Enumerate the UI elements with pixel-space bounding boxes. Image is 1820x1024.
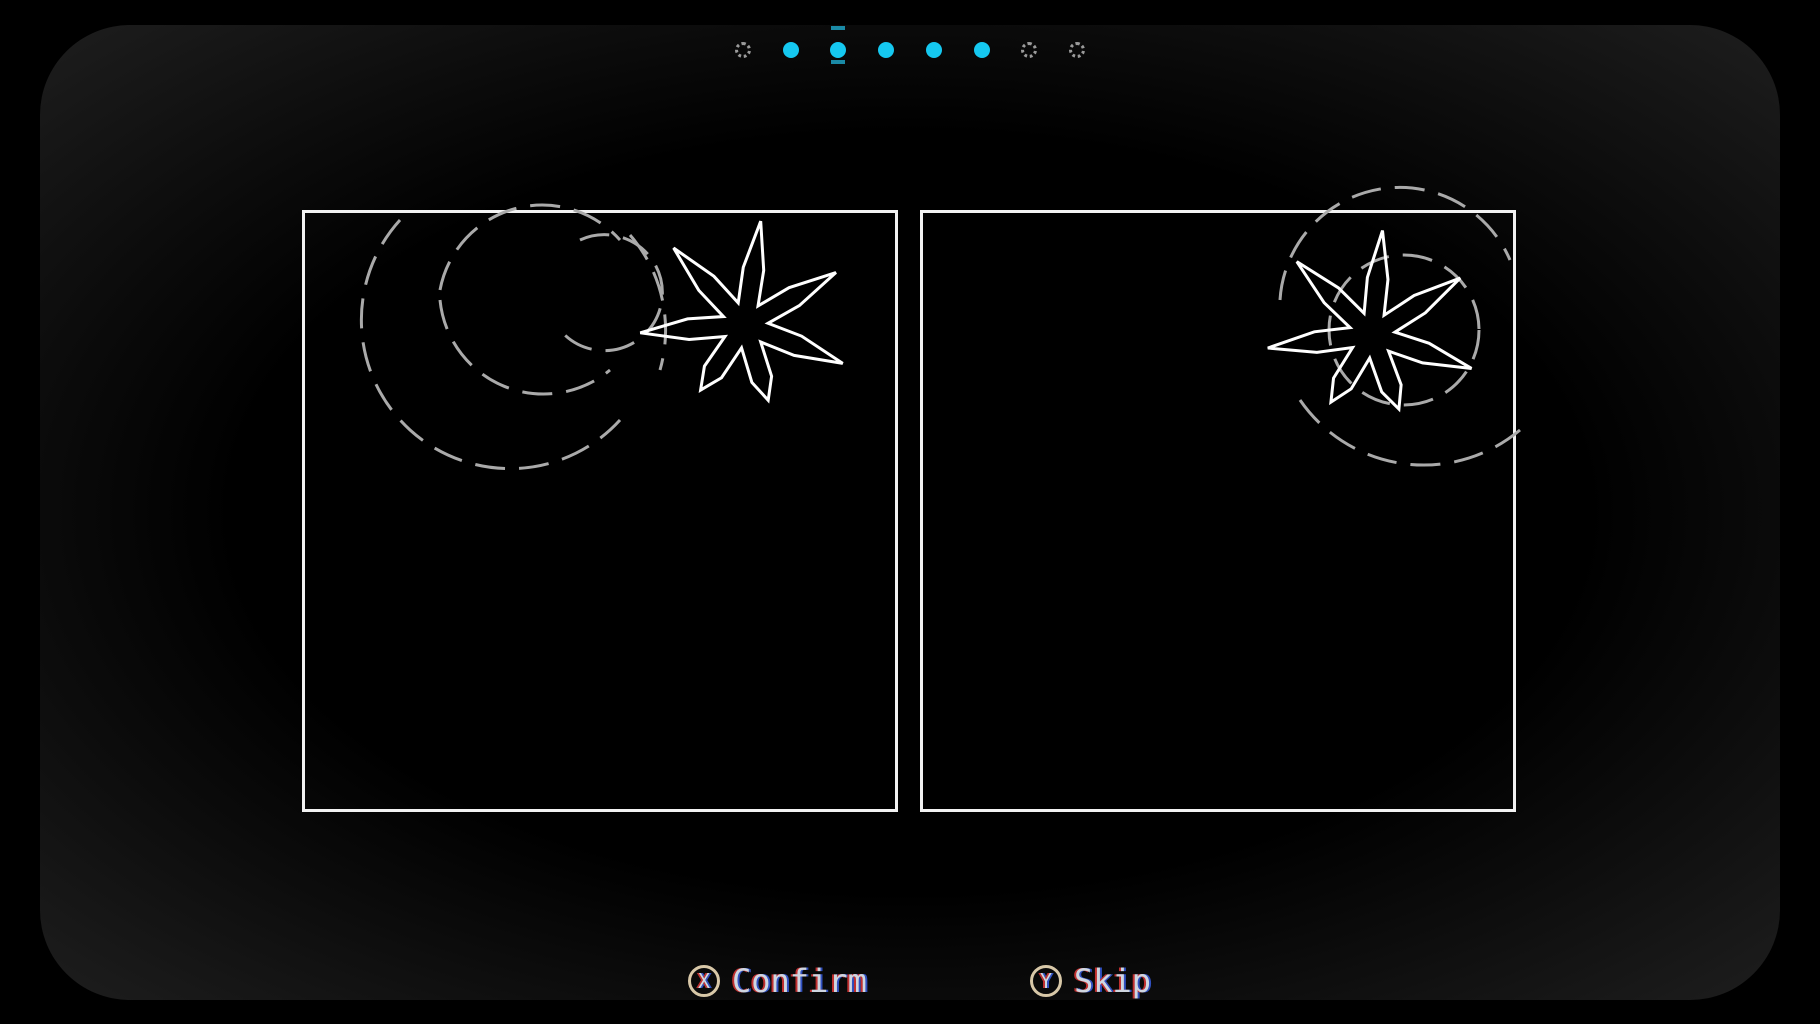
left-ripples — [359, 203, 668, 471]
confirm-label: Confirm — [732, 962, 867, 1000]
x-button-icon: X — [688, 965, 720, 997]
y-button-icon: Y — [1030, 965, 1062, 997]
right-ripples — [1278, 185, 1521, 467]
confirm-hint[interactable]: X Confirm — [688, 962, 867, 1000]
maple-leaf — [1267, 230, 1473, 413]
panel-artwork — [359, 185, 1521, 471]
skip-label: Skip — [1074, 962, 1152, 1000]
maple-leaf — [639, 220, 844, 404]
skip-hint[interactable]: Y Skip — [1030, 962, 1151, 1000]
